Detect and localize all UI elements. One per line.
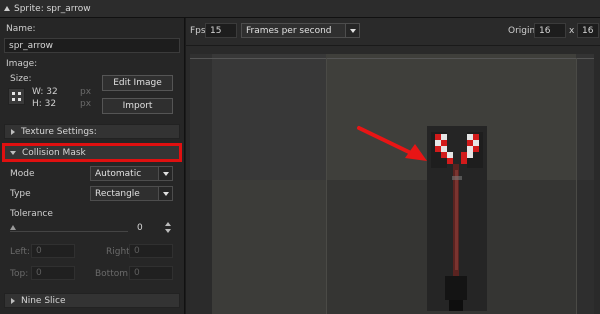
origin-x-input[interactable]: 16 — [534, 23, 566, 38]
speed-mode-select[interactable]: Frames per second — [241, 23, 360, 38]
height-value: H: 32 — [32, 99, 57, 109]
height-unit: px — [80, 99, 92, 109]
name-label: Name: — [6, 24, 36, 34]
origin-label: Origin — [508, 26, 536, 36]
mode-label: Mode — [10, 169, 35, 179]
collapse-icon — [10, 150, 16, 155]
window-titlebar: Sprite: spr_arrow — [0, 0, 600, 18]
collapse-icon[interactable] — [4, 6, 10, 11]
edit-image-button[interactable]: Edit Image — [102, 75, 173, 91]
image-label: Image: — [6, 59, 38, 69]
left-label: Left: — [10, 247, 30, 257]
canvas-divider — [576, 58, 577, 314]
slider-handle[interactable] — [10, 225, 16, 230]
type-select-value: Rectangle — [95, 188, 140, 199]
sprite-canvas[interactable] — [190, 54, 594, 314]
canvas-tile — [576, 54, 594, 180]
collision-mask-section[interactable]: Collision Mask — [2, 143, 182, 162]
nine-slice-label: Nine Slice — [21, 295, 66, 306]
canvas-divider — [326, 58, 327, 314]
spinner-up-icon[interactable] — [164, 222, 171, 226]
width-value: W: 32 — [32, 87, 58, 97]
left-input[interactable]: 0 — [31, 244, 75, 258]
canvas-border — [190, 58, 594, 59]
right-input[interactable]: 0 — [129, 244, 173, 258]
playback-toolbar: Fps 15 Frames per second Origin 16 x 16 — [186, 18, 600, 46]
mode-select-value: Automatic — [95, 168, 142, 179]
sprite-properties-panel: Name: spr_arrow Image: Size: W: 32 px H:… — [0, 18, 185, 314]
top-label: Top: — [10, 269, 29, 279]
red-arrow-icon — [357, 126, 427, 161]
nine-slice-section[interactable]: Nine Slice — [4, 293, 180, 308]
type-select[interactable]: Rectangle — [90, 186, 173, 201]
width-unit: px — [80, 87, 92, 97]
texture-settings-section[interactable]: Texture Settings: — [4, 124, 180, 139]
tolerance-spinner[interactable] — [163, 221, 172, 235]
tolerance-slider[interactable] — [10, 225, 128, 232]
import-button[interactable]: Import — [102, 98, 173, 114]
tolerance-input[interactable]: 0 — [132, 220, 162, 235]
canvas-tile — [576, 180, 594, 314]
chevron-down-icon[interactable] — [158, 187, 172, 200]
window-title: Sprite: spr_arrow — [14, 3, 91, 14]
mode-select[interactable]: Automatic — [90, 166, 173, 181]
size-label: Size: — [10, 74, 32, 84]
origin-separator: x — [569, 26, 575, 36]
name-input[interactable]: spr_arrow — [4, 38, 180, 53]
texture-settings-label: Texture Settings: — [21, 126, 97, 137]
sprite-editor-area: Fps 15 Frames per second Origin 16 x 16 — [186, 18, 600, 314]
type-label: Type — [10, 189, 31, 199]
collision-mask-label: Collision Mask — [22, 147, 86, 158]
canvas-tile — [212, 180, 326, 314]
bottom-label: Bottom: — [95, 269, 132, 279]
top-input[interactable]: 0 — [31, 266, 75, 280]
speed-mode-value: Frames per second — [246, 25, 332, 36]
move-arrows-icon[interactable] — [8, 88, 25, 105]
fps-input[interactable]: 15 — [205, 23, 237, 38]
canvas-tile — [212, 54, 326, 180]
expand-icon — [11, 297, 15, 304]
spinner-down-icon[interactable] — [164, 229, 171, 233]
fps-label: Fps — [190, 26, 206, 36]
origin-y-input[interactable]: 16 — [577, 23, 599, 38]
arrow-sprite — [427, 126, 487, 311]
canvas-tile — [190, 180, 212, 314]
tolerance-label: Tolerance — [10, 209, 53, 219]
canvas-tile — [190, 54, 212, 180]
expand-icon — [11, 128, 15, 135]
chevron-down-icon[interactable] — [158, 167, 172, 180]
bottom-input[interactable]: 0 — [129, 266, 173, 280]
chevron-down-icon[interactable] — [345, 24, 359, 37]
